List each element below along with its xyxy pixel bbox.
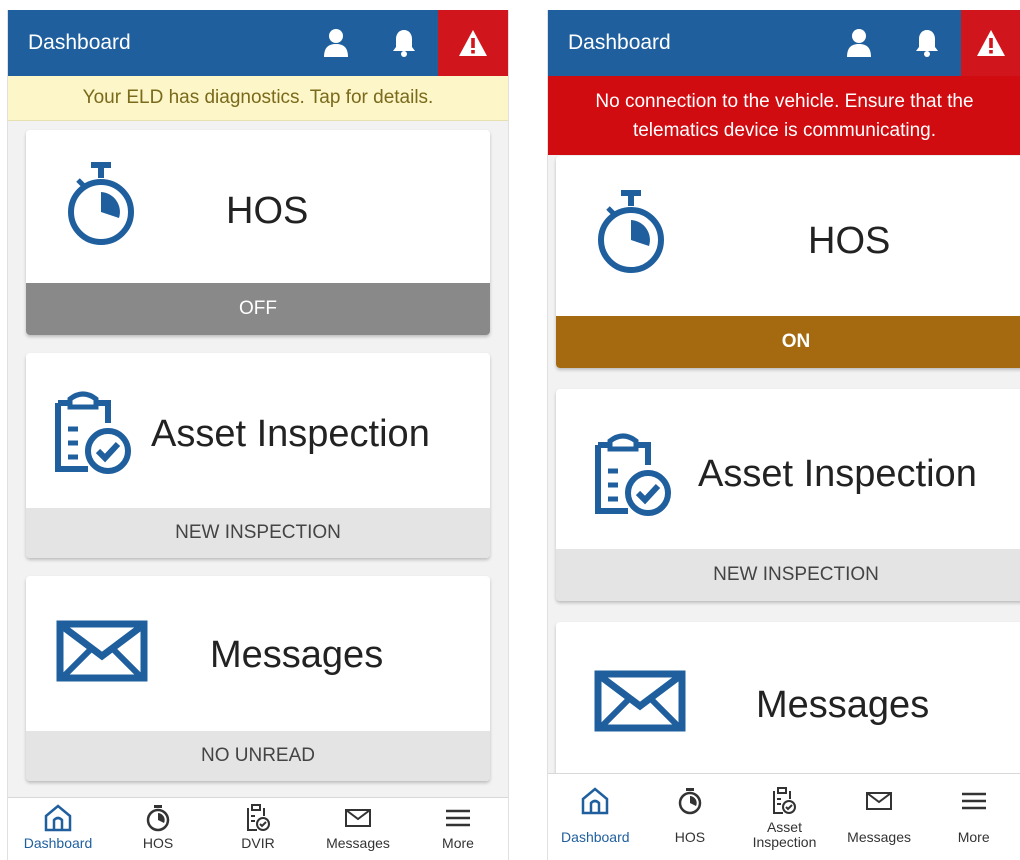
- user-button[interactable]: [825, 10, 893, 76]
- page-title: Dashboard: [28, 31, 131, 54]
- banner-line-2: telematics device is communicating.: [632, 119, 937, 141]
- connection-error-banner[interactable]: No connection to the vehicle. Ensure tha…: [548, 76, 1020, 155]
- notifications-button[interactable]: [370, 10, 438, 76]
- hos-status-bar: OFF: [26, 283, 490, 335]
- bottom-navigation: Dashboard HOS Asset Inspection Messages …: [548, 773, 1020, 860]
- clipboard-check-icon: [595, 433, 671, 516]
- alert-button[interactable]: [438, 10, 508, 76]
- nav-hos[interactable]: HOS: [108, 798, 208, 860]
- nav-dashboard[interactable]: Dashboard: [8, 798, 108, 860]
- menu-icon: [446, 809, 470, 827]
- alert-button[interactable]: [961, 10, 1020, 76]
- warning-icon: [977, 30, 1005, 56]
- asset-inspection-card-title: Asset Inspection: [698, 453, 977, 495]
- nav-messages-label: Messages: [326, 835, 390, 851]
- stopwatch-icon: [598, 190, 664, 273]
- nav-hos-label: HOS: [674, 829, 706, 845]
- new-inspection-bar[interactable]: NEW INSPECTION: [556, 549, 1020, 601]
- no-unread-bar: NO UNREAD: [26, 731, 490, 781]
- warning-icon: [459, 30, 487, 56]
- user-icon: [847, 29, 871, 57]
- nav-dashboard[interactable]: Dashboard: [548, 774, 643, 860]
- nav-asset-inspection[interactable]: Asset Inspection: [737, 774, 832, 860]
- envelope-icon: [345, 809, 371, 827]
- hos-card[interactable]: HOS OFF: [26, 130, 490, 335]
- new-inspection-bar[interactable]: NEW INSPECTION: [26, 508, 490, 558]
- user-button[interactable]: [302, 10, 370, 76]
- nav-more[interactable]: More: [926, 774, 1020, 860]
- notifications-button[interactable]: [893, 10, 961, 76]
- nav-hos[interactable]: HOS: [643, 774, 738, 860]
- user-icon: [324, 29, 348, 57]
- nav-dvir-label: DVIR: [241, 835, 275, 851]
- home-icon: [44, 804, 72, 832]
- bell-icon: [393, 30, 415, 57]
- bell-icon: [916, 30, 938, 57]
- hos-card-title: HOS: [226, 190, 309, 232]
- stopwatch-icon: [678, 788, 702, 815]
- clipboard-check-icon: [55, 391, 131, 474]
- nav-more[interactable]: More: [408, 798, 508, 860]
- nav-dvir[interactable]: DVIR: [208, 798, 308, 860]
- nav-hos-label: HOS: [142, 835, 174, 851]
- hos-card-title: HOS: [808, 220, 891, 262]
- nav-dashboard-label: Dashboard: [23, 835, 93, 851]
- nav-asset-label-line-1: Asset: [766, 819, 802, 835]
- left-phone-screen: Dashboard Your ELD has diagnostics. Tap …: [7, 10, 509, 860]
- nav-dashboard-label: Dashboard: [561, 829, 630, 845]
- asset-inspection-card[interactable]: Asset Inspection NEW INSPECTION: [556, 389, 1020, 601]
- nav-messages[interactable]: Messages: [832, 774, 927, 860]
- hos-card[interactable]: HOS ON: [556, 156, 1020, 368]
- envelope-icon: [594, 670, 686, 732]
- top-bar: Dashboard: [8, 10, 508, 76]
- nav-more-label: More: [442, 835, 474, 851]
- page-title: Dashboard: [568, 31, 671, 54]
- envelope-icon: [56, 620, 148, 682]
- messages-card-title: Messages: [210, 634, 384, 676]
- banner-line-1: No connection to the vehicle. Ensure tha…: [595, 90, 974, 112]
- asset-inspection-card-title: Asset Inspection: [151, 413, 430, 455]
- diagnostics-banner[interactable]: Your ELD has diagnostics. Tap for detail…: [8, 76, 508, 121]
- envelope-icon: [866, 792, 893, 810]
- clipboard-check-icon: [247, 804, 270, 831]
- asset-inspection-card[interactable]: Asset Inspection NEW INSPECTION: [26, 353, 490, 558]
- nav-messages-label: Messages: [847, 829, 911, 845]
- nav-asset-label-line-2: Inspection: [752, 834, 817, 850]
- stopwatch-icon: [68, 162, 134, 245]
- stopwatch-icon: [146, 805, 170, 832]
- nav-more-label: More: [957, 829, 990, 845]
- clipboard-check-icon: [773, 787, 797, 814]
- messages-card[interactable]: Messages NO UNREAD: [26, 576, 490, 781]
- hos-status-bar: ON: [556, 316, 1020, 368]
- messages-card-title: Messages: [756, 684, 930, 726]
- right-phone-screen: Dashboard No connection to the vehicle. …: [547, 10, 1020, 860]
- home-icon: [582, 787, 609, 815]
- top-bar: Dashboard: [548, 10, 1020, 76]
- menu-icon: [961, 792, 986, 810]
- bottom-navigation: Dashboard HOS DVIR Messages More: [8, 797, 508, 860]
- nav-messages[interactable]: Messages: [308, 798, 408, 860]
